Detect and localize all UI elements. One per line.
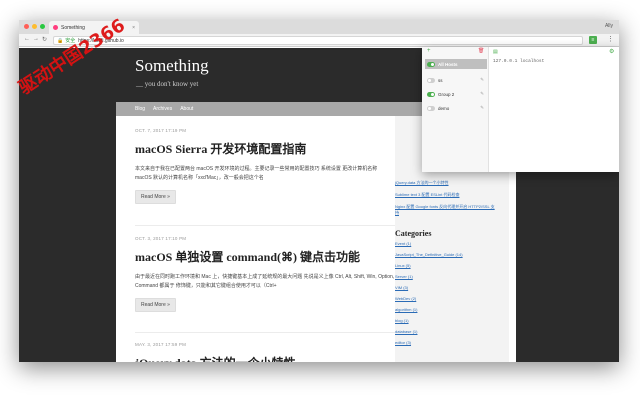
category-list: Event (1) JavaScript_The_Definitive_Guid…: [395, 241, 495, 351]
toggle-switch[interactable]: [427, 61, 435, 67]
pencil-icon[interactable]: ✎: [480, 91, 484, 97]
toggle-switch[interactable]: [427, 91, 435, 97]
post-excerpt: 由于最近在同时跑工作环境和 Mac 上，快捷键基本上成了延统规的最大问题 先说是…: [135, 274, 395, 289]
post-title[interactable]: macOS Sierra 开发环境配置指南: [135, 140, 405, 157]
minimize-window-button[interactable]: [32, 24, 37, 29]
read-more-button[interactable]: Read More »: [135, 298, 176, 312]
category-link[interactable]: algorithm (1): [395, 307, 495, 318]
hosts-editor-text[interactable]: 127.0.0.1 localhost: [493, 59, 544, 64]
nav-archives[interactable]: Archives: [153, 106, 172, 112]
recent-post-link[interactable]: Sublime text 3 配置 ESLint 代码检查: [395, 192, 495, 198]
popup-toolbar: + 🗑: [422, 47, 489, 57]
recent-posts: jQuery.data 方法的一个小特性 Sublime text 3 配置 E…: [395, 180, 495, 222]
delete-group-icon[interactable]: 🗑: [478, 48, 484, 54]
forward-arrow-icon[interactable]: →: [33, 36, 39, 42]
host-group-label: demo: [438, 105, 450, 111]
post-date: OCT. 7, 2017 17:19 PM: [135, 128, 187, 133]
post-date: MAY. 3, 2017 17:59 PM: [135, 342, 187, 347]
hosts-extension-popup: + 🗑 All Hosts ss ✎ Group 2 ✎ demo ✎ ▤ ⚙ …: [422, 47, 619, 172]
back-arrow-icon[interactable]: ←: [24, 36, 30, 42]
zoom-window-button[interactable]: [40, 24, 45, 29]
category-link[interactable]: Event (1): [395, 241, 495, 252]
category-link[interactable]: Linux (5): [395, 263, 495, 274]
window-controls: [24, 24, 45, 29]
pencil-icon[interactable]: ✎: [480, 105, 484, 111]
profile-name[interactable]: Ally: [605, 23, 613, 29]
site-subtitle: __ you don't know yet: [136, 80, 199, 88]
post-title[interactable]: jQuery.data 方法的一个小特性: [135, 354, 405, 362]
post-item: OCT. 7, 2017 17:19 PM macOS Sierra 开发环境配…: [135, 128, 405, 204]
category-link[interactable]: WebDev (2): [395, 296, 495, 307]
host-group-label: Group 2: [438, 91, 455, 97]
tab-close-icon[interactable]: ×: [132, 25, 135, 31]
browser-menu-icon[interactable]: ⋮: [607, 35, 614, 43]
host-group-all-hosts[interactable]: All Hosts: [425, 59, 487, 69]
post-divider: [135, 225, 405, 226]
post-item: MAY. 3, 2017 17:59 PM jQuery.data 方法的一个小…: [135, 342, 405, 362]
add-group-icon[interactable]: +: [427, 48, 431, 54]
reload-icon[interactable]: ↻: [42, 36, 47, 43]
category-link[interactable]: VIM (3): [395, 285, 495, 296]
category-link[interactable]: JavaScript_The_Definitive_Guide (14): [395, 252, 495, 263]
hosts-group-panel: + 🗑 All Hosts ss ✎ Group 2 ✎ demo ✎: [422, 47, 489, 172]
close-window-button[interactable]: [24, 24, 29, 29]
recent-post-link[interactable]: jQuery.data 方法的一个小特性: [395, 180, 495, 186]
read-more-button[interactable]: Read More »: [135, 190, 176, 204]
post-date: OCT. 3, 2017 17:10 PM: [135, 236, 187, 241]
tab-title: Something: [61, 24, 85, 31]
browser-window: Something × Ally ← → ↻ 🔒 安全 https://ksof…: [19, 20, 619, 362]
host-group-label: ss: [438, 77, 443, 83]
post-item: OCT. 3, 2017 17:10 PM macOS 单独设置 command…: [135, 236, 405, 312]
nav-blog[interactable]: Blog: [135, 106, 145, 112]
pencil-icon[interactable]: ✎: [480, 77, 484, 83]
category-link[interactable]: editor (3): [395, 340, 495, 351]
post-excerpt: 本文来自于我在已配置两台 macOS 开发环境的过程。主要记录一些常用的配置技巧…: [135, 166, 378, 181]
site-favicon-icon: [53, 25, 58, 30]
host-group-group-2[interactable]: Group 2 ✎: [425, 89, 487, 99]
document-icon: ▤: [493, 49, 498, 55]
host-group-ss[interactable]: ss ✎: [425, 75, 487, 85]
categories-heading: Categories: [395, 229, 432, 238]
category-link[interactable]: Server (1): [395, 274, 495, 285]
post-divider: [135, 332, 405, 333]
host-group-demo[interactable]: demo ✎: [425, 103, 487, 113]
nav-about[interactable]: About: [180, 106, 193, 112]
hosts-extension-icon[interactable]: ≡: [589, 36, 597, 44]
site-title[interactable]: Something: [135, 56, 209, 76]
host-group-label: All Hosts: [438, 61, 458, 67]
gear-icon[interactable]: ⚙: [609, 48, 614, 55]
post-list: OCT. 7, 2017 17:19 PM macOS Sierra 开发环境配…: [116, 116, 412, 362]
category-link[interactable]: blog (1): [395, 318, 495, 329]
toggle-switch[interactable]: [427, 77, 435, 83]
post-title[interactable]: macOS 单独设置 command(⌘) 键点击功能: [135, 248, 405, 265]
lock-icon: 🔒: [57, 37, 64, 44]
category-link[interactable]: database (1): [395, 329, 495, 340]
address-bar[interactable]: 🔒 安全 https://ksofi.github.io: [53, 36, 583, 45]
hosts-editor-panel: ▤ ⚙ 127.0.0.1 localhost: [489, 47, 619, 172]
toggle-switch[interactable]: [427, 105, 435, 111]
recent-post-link[interactable]: Nginx 配置 Google fonts 反向代理并开启 HTTP2/SSL …: [395, 204, 495, 216]
